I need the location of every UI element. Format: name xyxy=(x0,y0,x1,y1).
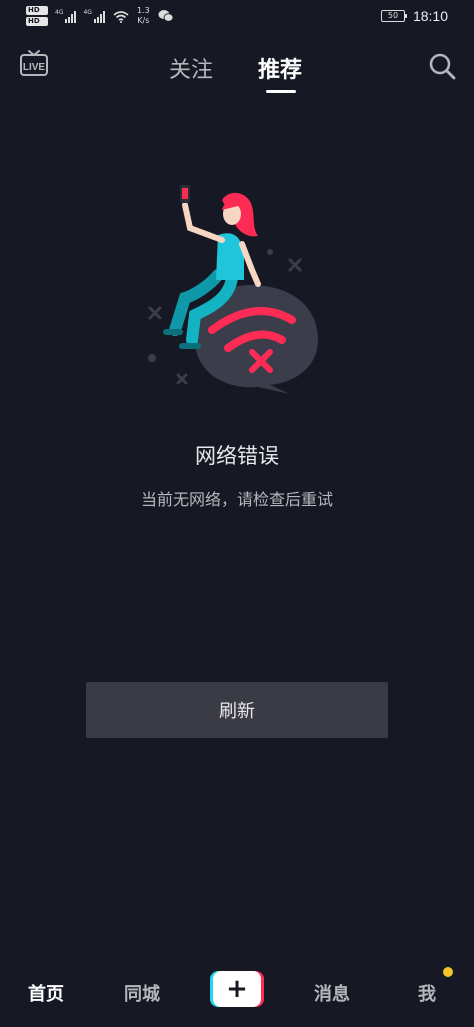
signal-icon: 4G xyxy=(55,9,77,23)
signal-icon: 4G xyxy=(83,9,105,23)
svg-text:LIVE: LIVE xyxy=(23,62,46,73)
plus-icon: + xyxy=(213,971,261,1007)
refresh-button[interactable]: 刷新 xyxy=(86,682,388,738)
live-tv-icon[interactable]: LIVE xyxy=(19,48,49,78)
wifi-icon xyxy=(113,10,129,23)
search-icon[interactable] xyxy=(428,52,456,80)
error-title: 网络错误 xyxy=(195,444,279,468)
active-tab-indicator xyxy=(266,90,296,93)
wechat-icon xyxy=(158,10,174,22)
hd-badge: HD xyxy=(26,17,48,26)
tab-recommend[interactable]: 推荐 xyxy=(258,52,302,84)
network-error-illustration xyxy=(148,185,318,394)
battery-icon: 50 xyxy=(380,10,407,22)
top-nav: LIVE 关注 推荐 xyxy=(0,44,474,100)
bottom-nav: 首页 同城 + 消息 我 xyxy=(0,962,474,1022)
nav-me[interactable]: 我 xyxy=(418,980,436,1006)
nav-home[interactable]: 首页 xyxy=(28,980,64,1006)
nav-messages[interactable]: 消息 xyxy=(314,980,350,1006)
net-speed: 1.3 K/s xyxy=(136,6,150,25)
app-screen: HD HD 4G 4G 1.3 K/s 50 18:10 LIVE 关注 推荐 … xyxy=(0,0,474,1027)
nav-nearby[interactable]: 同城 xyxy=(124,980,160,1006)
hd-badge: HD xyxy=(26,6,48,15)
clock: 18:10 xyxy=(412,8,448,24)
status-left: HD HD 4G 4G 1.3 K/s xyxy=(26,6,174,26)
hd-badges: HD HD xyxy=(26,6,48,26)
tab-follow[interactable]: 关注 xyxy=(169,52,213,84)
notification-dot xyxy=(443,967,453,977)
status-bar: HD HD 4G 4G 1.3 K/s 50 18:10 xyxy=(0,0,474,34)
create-button[interactable]: + xyxy=(210,971,264,1007)
error-description: 当前无网络，请检查后重试 xyxy=(140,490,333,509)
status-right: 50 18:10 xyxy=(380,8,448,24)
